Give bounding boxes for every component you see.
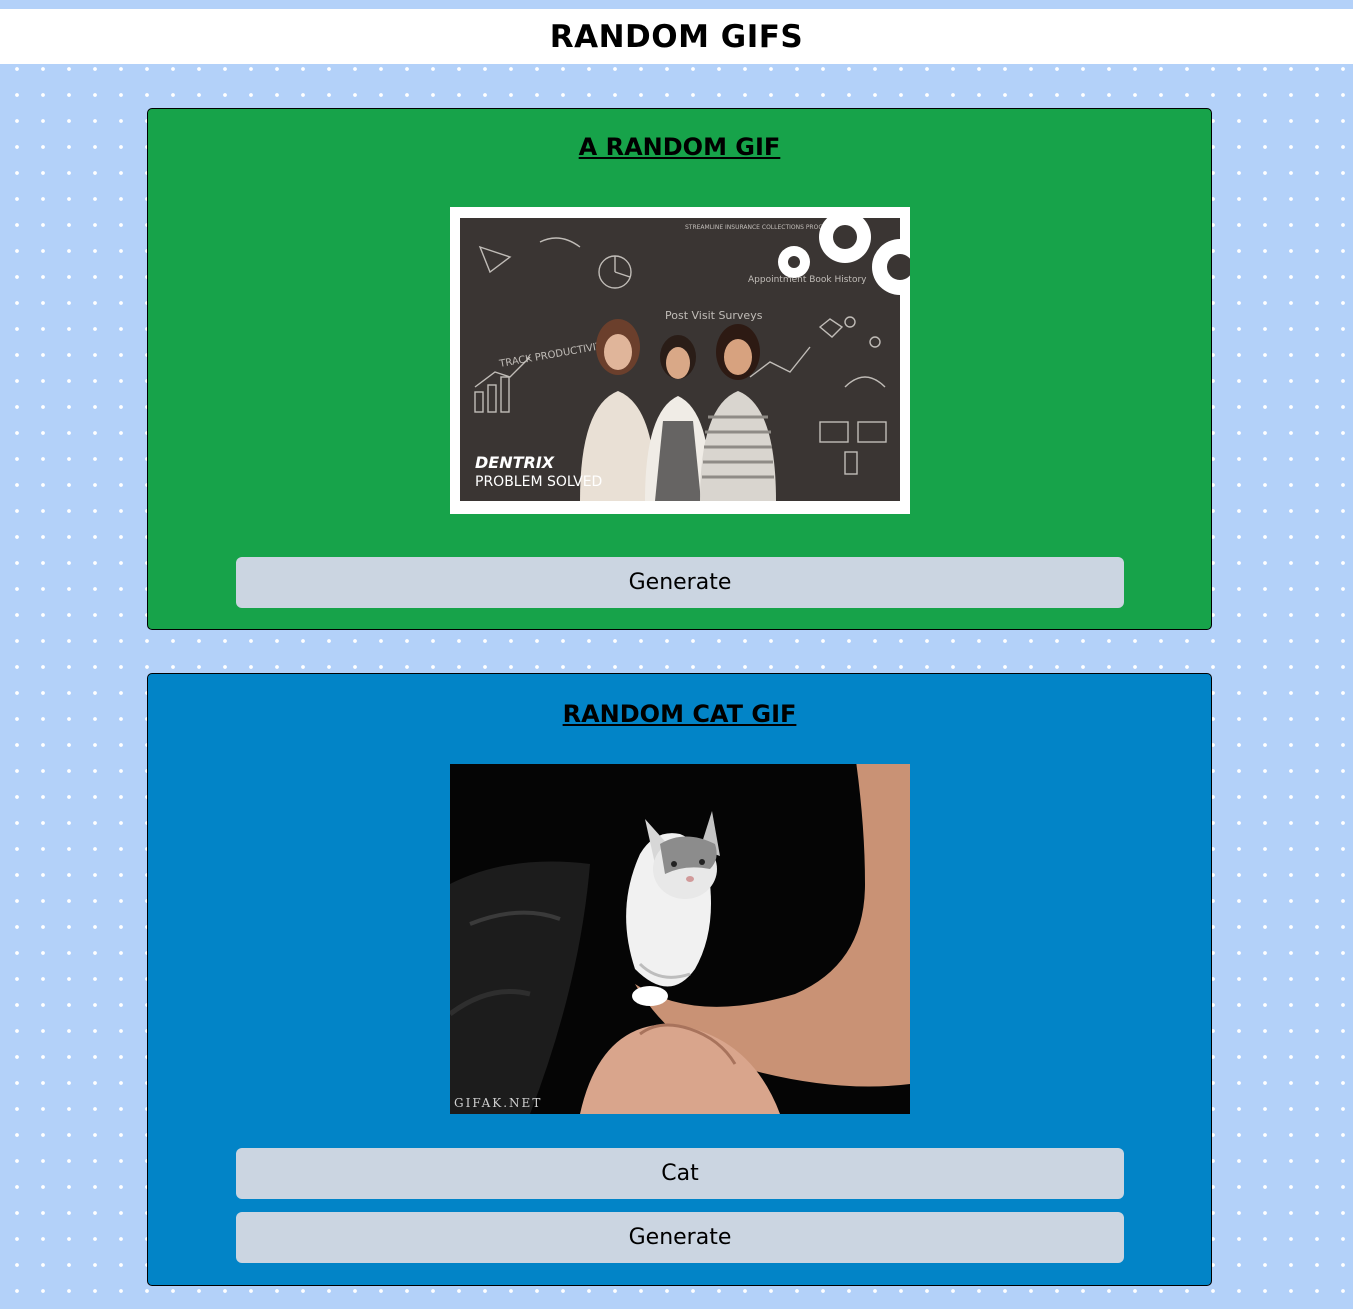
cat-tag-input[interactable] [236, 1148, 1124, 1199]
chalk-text-1: Post Visit Surveys [665, 309, 763, 322]
chalk-text-4: STREAMLINE INSURANCE COLLECTIONS PROCESS [685, 224, 834, 231]
gifak-watermark-text: GIFAK.NET [454, 1096, 542, 1110]
dentrix-logo-text: DENTRIX [475, 453, 555, 472]
random-gif-card: A RANDOM GIF Post Visit Surveys Appointm… [147, 108, 1212, 630]
generate-cat-gif-button[interactable]: Generate [236, 1212, 1124, 1263]
dentrix-tagline-text: PROBLEM SOLVED [475, 474, 602, 490]
random-gif-card-title: A RANDOM GIF [578, 133, 781, 161]
page-title: RANDOM GIFS [549, 18, 804, 55]
generate-random-gif-button[interactable]: Generate [236, 557, 1124, 608]
random-cat-gif-card: RANDOM CAT GIF GIFAK.NET Cat Generate [147, 673, 1212, 1286]
random-cat-gif-card-title: RANDOM CAT GIF [562, 700, 797, 728]
random-gif-image: Post Visit Surveys Appointment Book Hist… [450, 207, 910, 514]
page-header: RANDOM GIFS [0, 9, 1353, 64]
chalk-text-2: Appointment Book History [748, 275, 867, 285]
random-cat-gif-image: GIFAK.NET [450, 764, 910, 1114]
